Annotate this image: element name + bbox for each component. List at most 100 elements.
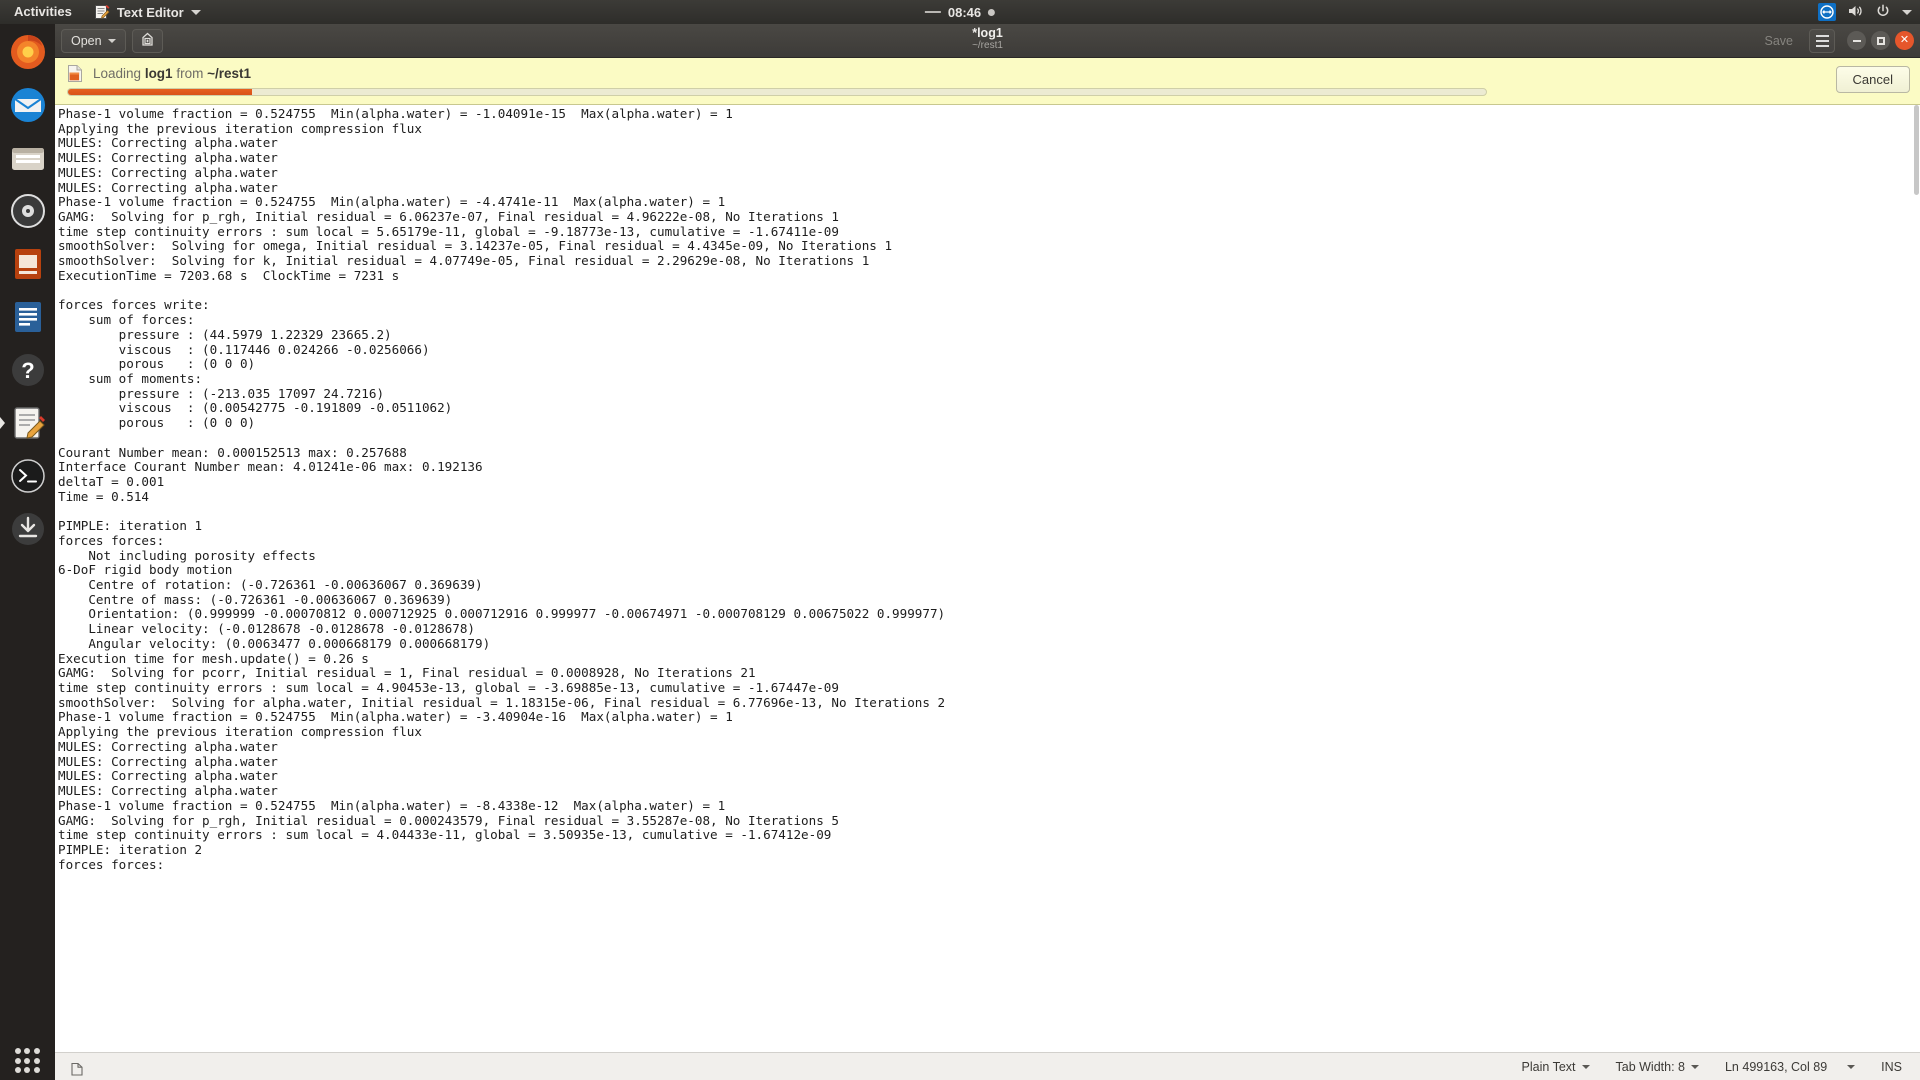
text-line: ExecutionTime = 7203.68 s ClockTime = 72… bbox=[58, 269, 1920, 284]
close-button[interactable]: ✕ bbox=[1895, 31, 1914, 50]
text-line: Phase-1 volume fraction = 0.524755 Min(a… bbox=[58, 710, 1920, 725]
cursor-position-label: Ln 499163, Col 89 bbox=[1725, 1060, 1827, 1074]
text-line: forces forces write: bbox=[58, 298, 1920, 313]
text-line: Angular velocity: (0.0063477 0.000668179… bbox=[58, 637, 1920, 652]
hamburger-menu-icon[interactable] bbox=[1809, 29, 1835, 53]
text-editor-window: Open *log1 ~/rest1 Save ✕ bbox=[55, 24, 1920, 1080]
window-controls: ✕ bbox=[1847, 31, 1914, 50]
text-line: MULES: Correcting alpha.water bbox=[58, 136, 1920, 151]
text-line: porous : (0 0 0) bbox=[58, 357, 1920, 372]
status-bar: Plain Text Tab Width: 8 Ln 499163, Col 8… bbox=[55, 1052, 1920, 1080]
text-line: Orientation: (0.999999 -0.00070812 0.000… bbox=[58, 607, 1920, 622]
text-line: Time = 0.514 bbox=[58, 490, 1920, 505]
clock-label: 08:46 bbox=[948, 5, 981, 20]
text-line: Execution time for mesh.update() = 0.26 … bbox=[58, 652, 1920, 667]
scrollbar-thumb[interactable] bbox=[1914, 105, 1919, 195]
insert-mode-indicator: INS bbox=[1881, 1060, 1902, 1074]
maximize-button[interactable] bbox=[1871, 31, 1890, 50]
minimize-button[interactable] bbox=[1847, 31, 1866, 50]
cursor-position-selector[interactable]: Ln 499163, Col 89 bbox=[1725, 1060, 1855, 1074]
dock-item-rhythmbox[interactable] bbox=[6, 189, 50, 233]
vertical-scrollbar[interactable] bbox=[1913, 105, 1920, 1052]
text-line: porous : (0 0 0) bbox=[58, 416, 1920, 431]
text-line: forces forces: bbox=[58, 534, 1920, 549]
text-line: smoothSolver: Solving for alpha.water, I… bbox=[58, 696, 1920, 711]
dock-item-libreoffice-impress[interactable] bbox=[6, 242, 50, 286]
dock-item-text-editor[interactable] bbox=[6, 401, 50, 445]
text-line bbox=[58, 504, 1920, 519]
text-line: Centre of mass: (-0.726361 -0.00636067 0… bbox=[58, 593, 1920, 608]
document-text[interactable]: Phase-1 volume fraction = 0.524755 Min(a… bbox=[55, 107, 1920, 872]
text-line: Applying the previous iteration compress… bbox=[58, 725, 1920, 740]
text-line: time step continuity errors : sum local … bbox=[58, 225, 1920, 240]
text-line: deltaT = 0.001 bbox=[58, 475, 1920, 490]
text-line: smoothSolver: Solving for omega, Initial… bbox=[58, 239, 1920, 254]
show-applications-button[interactable] bbox=[0, 1048, 55, 1074]
save-button[interactable]: Save bbox=[1755, 29, 1804, 53]
chevron-down-icon[interactable] bbox=[1902, 10, 1912, 15]
cancel-button[interactable]: Cancel bbox=[1836, 66, 1910, 93]
text-line: MULES: Correcting alpha.water bbox=[58, 181, 1920, 196]
text-line: smoothSolver: Solving for k, Initial res… bbox=[58, 254, 1920, 269]
dock-item-help[interactable]: ? bbox=[6, 348, 50, 392]
clock-menu[interactable]: 08:46 bbox=[925, 5, 995, 20]
launcher-dock: ? bbox=[0, 24, 55, 1080]
dock-item-thunderbird[interactable] bbox=[6, 83, 50, 127]
app-menu-button[interactable]: Text Editor bbox=[84, 0, 211, 24]
text-line: pressure : (44.5979 1.22329 23665.2) bbox=[58, 328, 1920, 343]
text-line: PIMPLE: iteration 1 bbox=[58, 519, 1920, 534]
text-line: sum of forces: bbox=[58, 313, 1920, 328]
document-icon bbox=[69, 1061, 85, 1077]
language-label: Plain Text bbox=[1522, 1060, 1576, 1074]
chevron-down-icon bbox=[1847, 1065, 1855, 1069]
text-line: Linear velocity: (-0.0128678 -0.0128678 … bbox=[58, 622, 1920, 637]
chevron-down-icon bbox=[1691, 1065, 1699, 1069]
text-line: PIMPLE: iteration 2 bbox=[58, 843, 1920, 858]
text-line: GAMG: Solving for p_rgh, Initial residua… bbox=[58, 814, 1920, 829]
language-selector[interactable]: Plain Text bbox=[1522, 1060, 1590, 1074]
text-line: Courant Number mean: 0.000152513 max: 0.… bbox=[58, 446, 1920, 461]
tab-width-selector[interactable]: Tab Width: 8 bbox=[1616, 1060, 1699, 1074]
new-document-button[interactable] bbox=[132, 29, 163, 53]
dock-item-libreoffice-writer[interactable] bbox=[6, 295, 50, 339]
loading-path: ~/rest1 bbox=[207, 66, 251, 81]
text-line: GAMG: Solving for pcorr, Initial residua… bbox=[58, 666, 1920, 681]
activities-button[interactable]: Activities bbox=[0, 0, 84, 24]
window-title-block: *log1 ~/rest1 bbox=[55, 26, 1920, 52]
text-line: MULES: Correcting alpha.water bbox=[58, 740, 1920, 755]
text-line: time step continuity errors : sum local … bbox=[58, 828, 1920, 843]
chevron-down-icon bbox=[1582, 1065, 1590, 1069]
text-editor-view[interactable]: Phase-1 volume fraction = 0.524755 Min(a… bbox=[55, 105, 1920, 1052]
dock-item-firefox[interactable] bbox=[6, 30, 50, 74]
loading-message: Loading log1 from ~/rest1 bbox=[93, 66, 251, 81]
text-line: Phase-1 volume fraction = 0.524755 Min(a… bbox=[58, 107, 1920, 122]
dock-item-terminal[interactable] bbox=[6, 454, 50, 498]
text-line bbox=[58, 284, 1920, 299]
svg-text:?: ? bbox=[21, 358, 34, 383]
loading-info-bar: Loading log1 from ~/rest1 Cancel bbox=[55, 58, 1920, 105]
page-subtitle: ~/rest1 bbox=[972, 40, 1003, 52]
text-line bbox=[58, 431, 1920, 446]
open-button[interactable]: Open bbox=[61, 29, 126, 53]
text-line: viscous : (0.00542775 -0.191809 -0.05110… bbox=[58, 401, 1920, 416]
text-line: Not including porosity effects bbox=[58, 549, 1920, 564]
system-status-area[interactable] bbox=[1818, 0, 1912, 24]
notification-dot-icon bbox=[988, 9, 995, 16]
chevron-down-icon bbox=[108, 39, 116, 43]
file-loading-icon bbox=[67, 64, 84, 83]
text-line: sum of moments: bbox=[58, 372, 1920, 387]
dock-item-files[interactable] bbox=[6, 136, 50, 180]
teamviewer-icon[interactable] bbox=[1818, 3, 1836, 21]
power-icon[interactable] bbox=[1875, 3, 1891, 22]
text-line: MULES: Correcting alpha.water bbox=[58, 784, 1920, 799]
dock-item-ubuntu-software[interactable] bbox=[6, 507, 50, 551]
text-line: 6-DoF rigid body motion bbox=[58, 563, 1920, 578]
grid-dots-icon bbox=[15, 1048, 41, 1074]
text-line: GAMG: Solving for p_rgh, Initial residua… bbox=[58, 210, 1920, 225]
text-line: MULES: Correcting alpha.water bbox=[58, 151, 1920, 166]
text-line: pressure : (-213.035 17097 24.7216) bbox=[58, 387, 1920, 402]
text-line: Centre of rotation: (-0.726361 -0.006360… bbox=[58, 578, 1920, 593]
loading-prefix: Loading bbox=[93, 66, 145, 81]
volume-icon[interactable] bbox=[1847, 3, 1864, 22]
text-line: Interface Courant Number mean: 4.01241e-… bbox=[58, 460, 1920, 475]
